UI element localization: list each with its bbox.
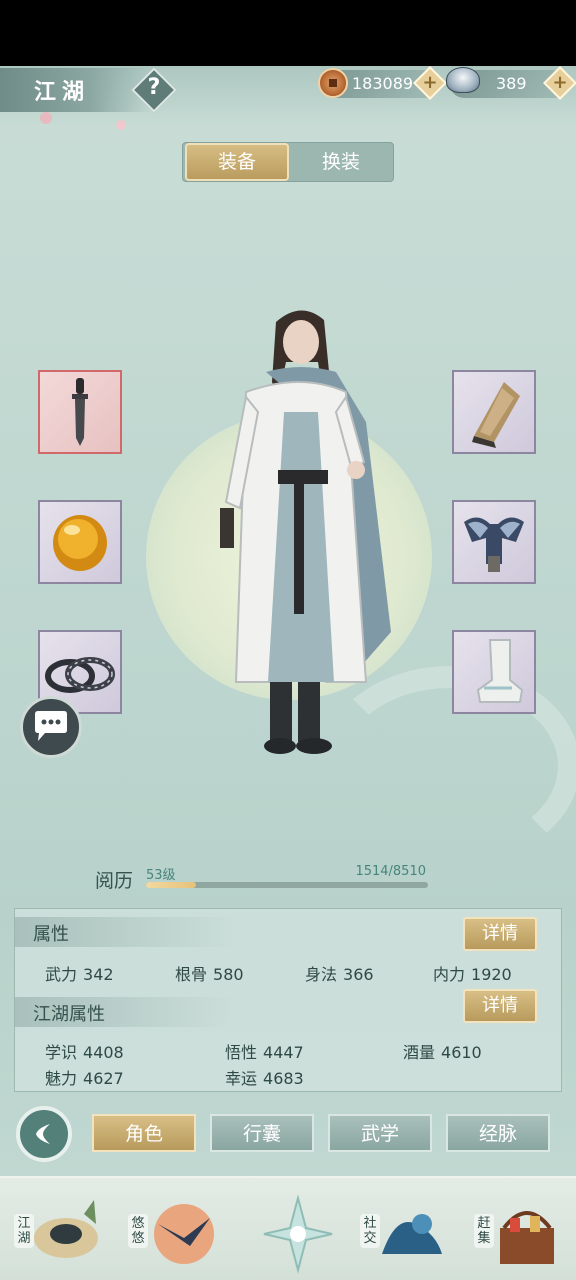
attr-name: 根骨 [175,965,208,984]
nav-home[interactable] [238,1190,338,1278]
slot-accessory[interactable] [38,500,122,584]
back-arrow-icon [36,1124,50,1144]
attr-value: 580 [213,965,244,984]
page-title: 江湖 [34,79,91,105]
slot-weapon[interactable] [38,370,122,454]
attr-value: 4408 [83,1043,124,1062]
straw-hat-icon [34,1200,98,1258]
attr-name: 幸运 [225,1069,258,1088]
attr-name: 武力 [45,965,78,984]
wave-icon [382,1214,442,1254]
attr-strength: 武力 342 [45,961,114,985]
attr-name: 内力 [433,965,466,984]
character-screen: 江湖 ? 183089 + 389 + 装备 换装 阅历 53级 1514/85… [0,66,576,1280]
attr-charm: 魅力 4627 [45,1065,124,1089]
basket-icon [500,1211,554,1264]
question-mark-icon: ? [147,75,161,100]
silver-ingot-icon [446,67,480,93]
attr-value: 4447 [263,1043,304,1062]
attr-alcohol-tolerance: 酒量 4610 [403,1039,482,1063]
bottom-navigation: 江湖 悠悠 社交 赶集 [0,1176,576,1280]
attr-name: 身法 [305,965,338,984]
jianghu-attributes-title: 江湖属性 [33,1004,105,1025]
attributes-header: 属性 [15,917,235,947]
attr-knowledge: 学识 4408 [45,1039,124,1063]
tab-inventory[interactable]: 行囊 [210,1114,314,1152]
silver-currency: 389 + [446,66,576,100]
plum-blossom-icon [40,112,52,124]
slot-armor[interactable] [452,500,536,584]
nav-label: 江湖 [14,1214,34,1248]
experience-label: 阅历 [95,870,134,892]
jianghu-detail-button[interactable]: 详情 [463,989,537,1023]
tab-character[interactable]: 角色 [92,1114,196,1152]
attributes-title: 属性 [33,924,69,945]
attr-value: 366 [343,965,374,984]
copper-currency: 183089 + [318,66,447,100]
attr-value: 4627 [83,1069,124,1088]
attr-value: 1920 [471,965,512,984]
top-bar: 江湖 ? 183089 + 389 + [0,66,576,130]
silver-amount: 389 [496,74,527,93]
attr-name: 学识 [45,1043,78,1062]
add-silver-button[interactable]: + [543,66,576,100]
swallow-icon [154,1204,214,1264]
copper-amount: 183089 [352,74,414,93]
bracer-icon [472,382,520,448]
armor-icon [464,517,524,572]
boot-icon [476,639,524,703]
status-bar [0,0,576,66]
equip-outfit-tabs: 装备 换装 [182,142,394,182]
compass-star-icon [263,1194,333,1274]
attr-name: 悟性 [225,1043,258,1062]
nav-label: 社交 [360,1214,380,1248]
attr-luck: 幸运 4683 [225,1065,304,1089]
tab-outfit[interactable]: 换装 [289,143,393,181]
nav-youyou[interactable]: 悠悠 [120,1190,220,1278]
attr-value: 4610 [441,1043,482,1062]
slot-boots[interactable] [452,630,536,714]
plus-icon: + [552,72,568,93]
attr-comprehension: 悟性 4447 [225,1039,304,1063]
nav-jianghu[interactable]: 江湖 [6,1190,106,1278]
tab-equip[interactable]: 装备 [185,143,289,181]
attr-value: 342 [83,965,114,984]
jianghu-attributes-header: 江湖属性 [15,997,235,1027]
experience-bar [146,882,428,888]
attr-inner-power: 内力 1920 [433,961,512,985]
chat-button[interactable] [20,696,82,758]
attr-constitution: 根骨 580 [175,961,244,985]
copper-coin-icon [318,68,348,98]
chat-bubble-icon [35,711,67,741]
nav-market[interactable]: 赶集 [466,1190,566,1278]
experience-progress-text: 1514/8510 [355,864,426,879]
attribute-panel: 属性 详情 武力 342 根骨 580 身法 366 内力 1920 江湖属性 详情 学… [14,908,562,1092]
tab-meridians[interactable]: 经脉 [446,1114,550,1152]
slot-bracer[interactable] [452,370,536,454]
amber-gem-icon [53,515,107,571]
nav-social[interactable]: 社交 [352,1190,452,1278]
character-portrait[interactable] [206,302,396,756]
nav-label: 赶集 [474,1214,494,1248]
plus-icon: + [422,72,438,93]
attr-name: 魅力 [45,1069,78,1088]
attr-value: 4683 [263,1069,304,1088]
plum-blossom-icon [116,120,126,130]
nav-label: 悠悠 [128,1214,148,1248]
dagger-icon [72,378,88,446]
experience-level: 53级 [146,868,176,883]
tab-martial-arts[interactable]: 武学 [328,1114,432,1152]
experience-bar-fill [146,882,197,888]
attr-name: 酒量 [403,1043,436,1062]
attr-agility: 身法 366 [305,961,374,985]
add-copper-button[interactable]: + [413,66,447,100]
back-button[interactable] [16,1106,72,1162]
attributes-detail-button[interactable]: 详情 [463,917,537,951]
